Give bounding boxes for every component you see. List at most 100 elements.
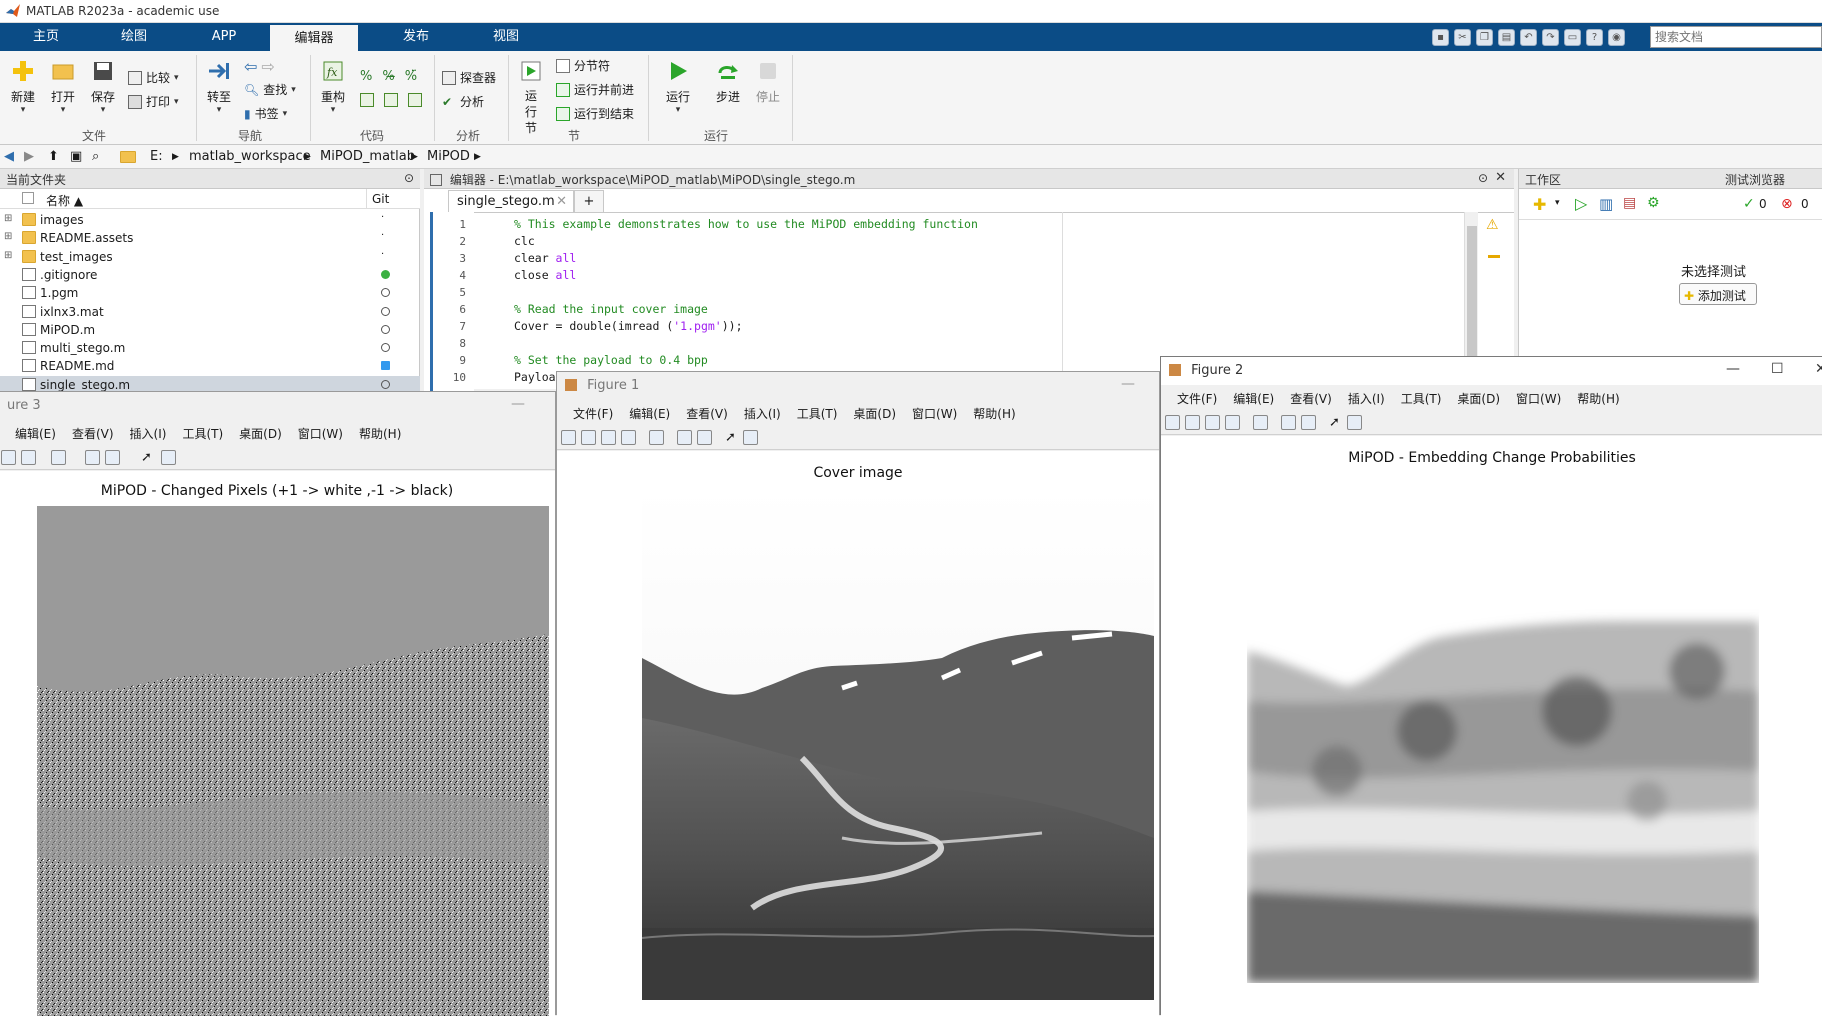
save-figure-icon[interactable] (601, 430, 616, 445)
analyze-button[interactable]: ✔ 分析 (442, 93, 484, 110)
close-editor-icon[interactable]: ✕ (1495, 170, 1506, 185)
code-line[interactable]: Cover = double(imread ('1.pgm')); (514, 318, 1494, 335)
debug-icon[interactable]: ⚙ (1647, 195, 1660, 211)
close-icon[interactable]: ✕ (1815, 361, 1822, 377)
figure-menu-item[interactable]: 文件(F) (573, 405, 613, 422)
save-figure-icon[interactable] (1205, 415, 1220, 430)
folder-row[interactable]: ixlnx3.mat (0, 303, 420, 321)
back-arrow-icon[interactable]: ⇦ (244, 57, 257, 76)
expand-icon[interactable]: ⊞ (4, 213, 12, 224)
help-quick-icon[interactable]: ? (1586, 29, 1603, 46)
maximize-icon[interactable]: ☐ (1771, 361, 1784, 377)
figure-menu-item[interactable]: 桌面(D) (239, 425, 282, 442)
paste-quick-icon[interactable]: ▤ (1498, 29, 1515, 46)
save-quick-icon[interactable]: ▪ (1432, 29, 1449, 46)
colorbar-icon[interactable] (85, 450, 100, 465)
forward-icon[interactable]: ▶ (24, 149, 34, 164)
folder-row[interactable]: ⊞ test_images · (0, 248, 420, 266)
legend-icon[interactable] (697, 430, 712, 445)
report-icon[interactable]: ▤ (1623, 195, 1636, 211)
figure-menu-item[interactable]: 帮助(H) (973, 405, 1015, 422)
print-figure-icon[interactable] (21, 450, 36, 465)
minimize-icon[interactable]: — (511, 396, 525, 412)
add-tab-button[interactable]: + (574, 190, 604, 212)
folder-row[interactable]: .gitignore (0, 266, 420, 284)
figure-menu-item[interactable]: 查看(V) (72, 425, 114, 442)
browse-folder-icon[interactable]: ▣ (70, 149, 82, 164)
colorbar-icon[interactable] (677, 430, 692, 445)
folder-row[interactable]: ⊞ README.assets · (0, 229, 420, 247)
open-file-icon[interactable] (1185, 415, 1200, 430)
folder-row[interactable]: README.md (0, 357, 420, 375)
figure-menu-item[interactable]: 窗口(W) (298, 425, 343, 442)
expand-icon[interactable]: ⊞ (4, 250, 12, 261)
open-file-icon[interactable] (581, 430, 596, 445)
figure-menu-item[interactable]: 桌面(D) (853, 405, 896, 422)
run-tests-icon[interactable]: ▷ (1575, 194, 1587, 213)
print-button[interactable]: 打印 ▾ (128, 93, 179, 110)
comment-icon[interactable]: % (360, 69, 372, 84)
tab-home[interactable]: 主页 (2, 23, 90, 51)
code-line[interactable]: % Read the input cover image (514, 301, 1494, 318)
undo-quick-icon[interactable]: ↶ (1520, 29, 1537, 46)
code-line[interactable] (514, 335, 1494, 352)
panel-menu-icon[interactable]: ⊙ (404, 171, 414, 185)
new-button[interactable]: 新建 ▾ (6, 59, 40, 115)
tab-view[interactable]: 视图 (462, 23, 550, 51)
minimize-icon[interactable]: — (1121, 376, 1135, 392)
search-folder-icon[interactable]: ⌕ (92, 149, 99, 164)
tab-publish[interactable]: 发布 (372, 23, 460, 51)
editor-tab-single-stego[interactable]: single_stego.m ✕ (448, 190, 574, 212)
wrap-comment-icon[interactable]: %̈ (405, 69, 417, 84)
property-inspector-icon[interactable] (161, 450, 176, 465)
comment-tools[interactable]: % %̶ %̈ (360, 69, 417, 84)
uncomment-icon[interactable]: %̶ (382, 69, 394, 84)
stop-button[interactable]: 停止 (750, 59, 786, 105)
pointer-icon[interactable]: ➚ (1329, 415, 1340, 430)
figure-menu-item[interactable]: 插入(I) (130, 425, 167, 442)
property-inspector-icon[interactable] (1347, 415, 1362, 430)
indent-tools[interactable] (360, 93, 422, 107)
figure-menu-item[interactable]: 编辑(E) (1233, 390, 1274, 407)
bookmark-button[interactable]: ▮ 书签 ▾ (244, 105, 287, 122)
legend-icon[interactable] (1301, 415, 1316, 430)
folder-row[interactable]: multi_stego.m (0, 339, 420, 357)
code-line[interactable]: clear all (514, 250, 1494, 267)
figure-3-window[interactable]: ure 3 — 编辑(E) 查看(V) 插入(I) 工具(T) 桌面(D) 窗口(W) 帮助… (0, 391, 556, 1016)
print-figure-icon[interactable] (621, 430, 636, 445)
tab-editor[interactable]: 编辑器 (270, 23, 358, 51)
indent-icon[interactable] (384, 93, 398, 107)
tab-apps[interactable]: APP (180, 23, 268, 51)
code-line[interactable] (514, 284, 1494, 301)
warning-marker[interactable] (1488, 255, 1500, 258)
figure-menu-item[interactable]: 桌面(D) (1457, 390, 1500, 407)
redo-quick-icon[interactable]: ↷ (1542, 29, 1559, 46)
smart-indent-icon[interactable] (360, 93, 374, 107)
figure-menu-item[interactable]: 编辑(E) (15, 425, 56, 442)
breadcrumb-mipod[interactable]: MiPOD (427, 149, 470, 164)
folder-row[interactable]: MiPOD.m (0, 321, 420, 339)
breadcrumb-workspace[interactable]: matlab_workspace (189, 149, 311, 164)
figure-2-window[interactable]: Figure 2 — ☐ ✕ 文件(F) 编辑(E) 查看(V) 插入(I) 工具(T)… (1160, 356, 1822, 1016)
section-break-button[interactable]: 分节符 (556, 57, 610, 74)
forward-arrow-icon[interactable]: ⇨ (261, 57, 274, 76)
nav-back-forward[interactable]: ⇦ ⇨ (244, 57, 275, 76)
git-column-header[interactable]: Git (372, 192, 389, 206)
add-test-icon[interactable]: ✚ (1533, 195, 1546, 214)
figure-menu-item[interactable]: 窗口(W) (1516, 390, 1561, 407)
close-tab-icon[interactable]: ✕ (556, 194, 567, 209)
compare-button[interactable]: 比较 ▾ (128, 69, 179, 86)
name-column-header[interactable]: 名称 ▲ (46, 192, 83, 209)
run-parallel-icon[interactable]: ▥ (1599, 195, 1613, 213)
figure-1-window[interactable]: Figure 1 — 文件(F) 编辑(E) 查看(V) 插入(I) 工具(T) 桌面(D… (556, 371, 1160, 1016)
figure-menu-item[interactable]: 帮助(H) (359, 425, 401, 442)
search-docs-input[interactable] (1650, 26, 1822, 48)
expand-icon[interactable]: ⊞ (4, 231, 12, 242)
step-button[interactable]: 步进 (710, 59, 746, 105)
figure-menu-item[interactable]: 窗口(W) (912, 405, 957, 422)
refactor-button[interactable]: fx 重构 ▾ (316, 59, 350, 115)
figure-menu-item[interactable]: 工具(T) (1401, 390, 1442, 407)
colorbar-icon[interactable] (1281, 415, 1296, 430)
switch-windows-icon[interactable]: ▭ (1564, 29, 1581, 46)
copy-quick-icon[interactable]: ❐ (1476, 29, 1493, 46)
